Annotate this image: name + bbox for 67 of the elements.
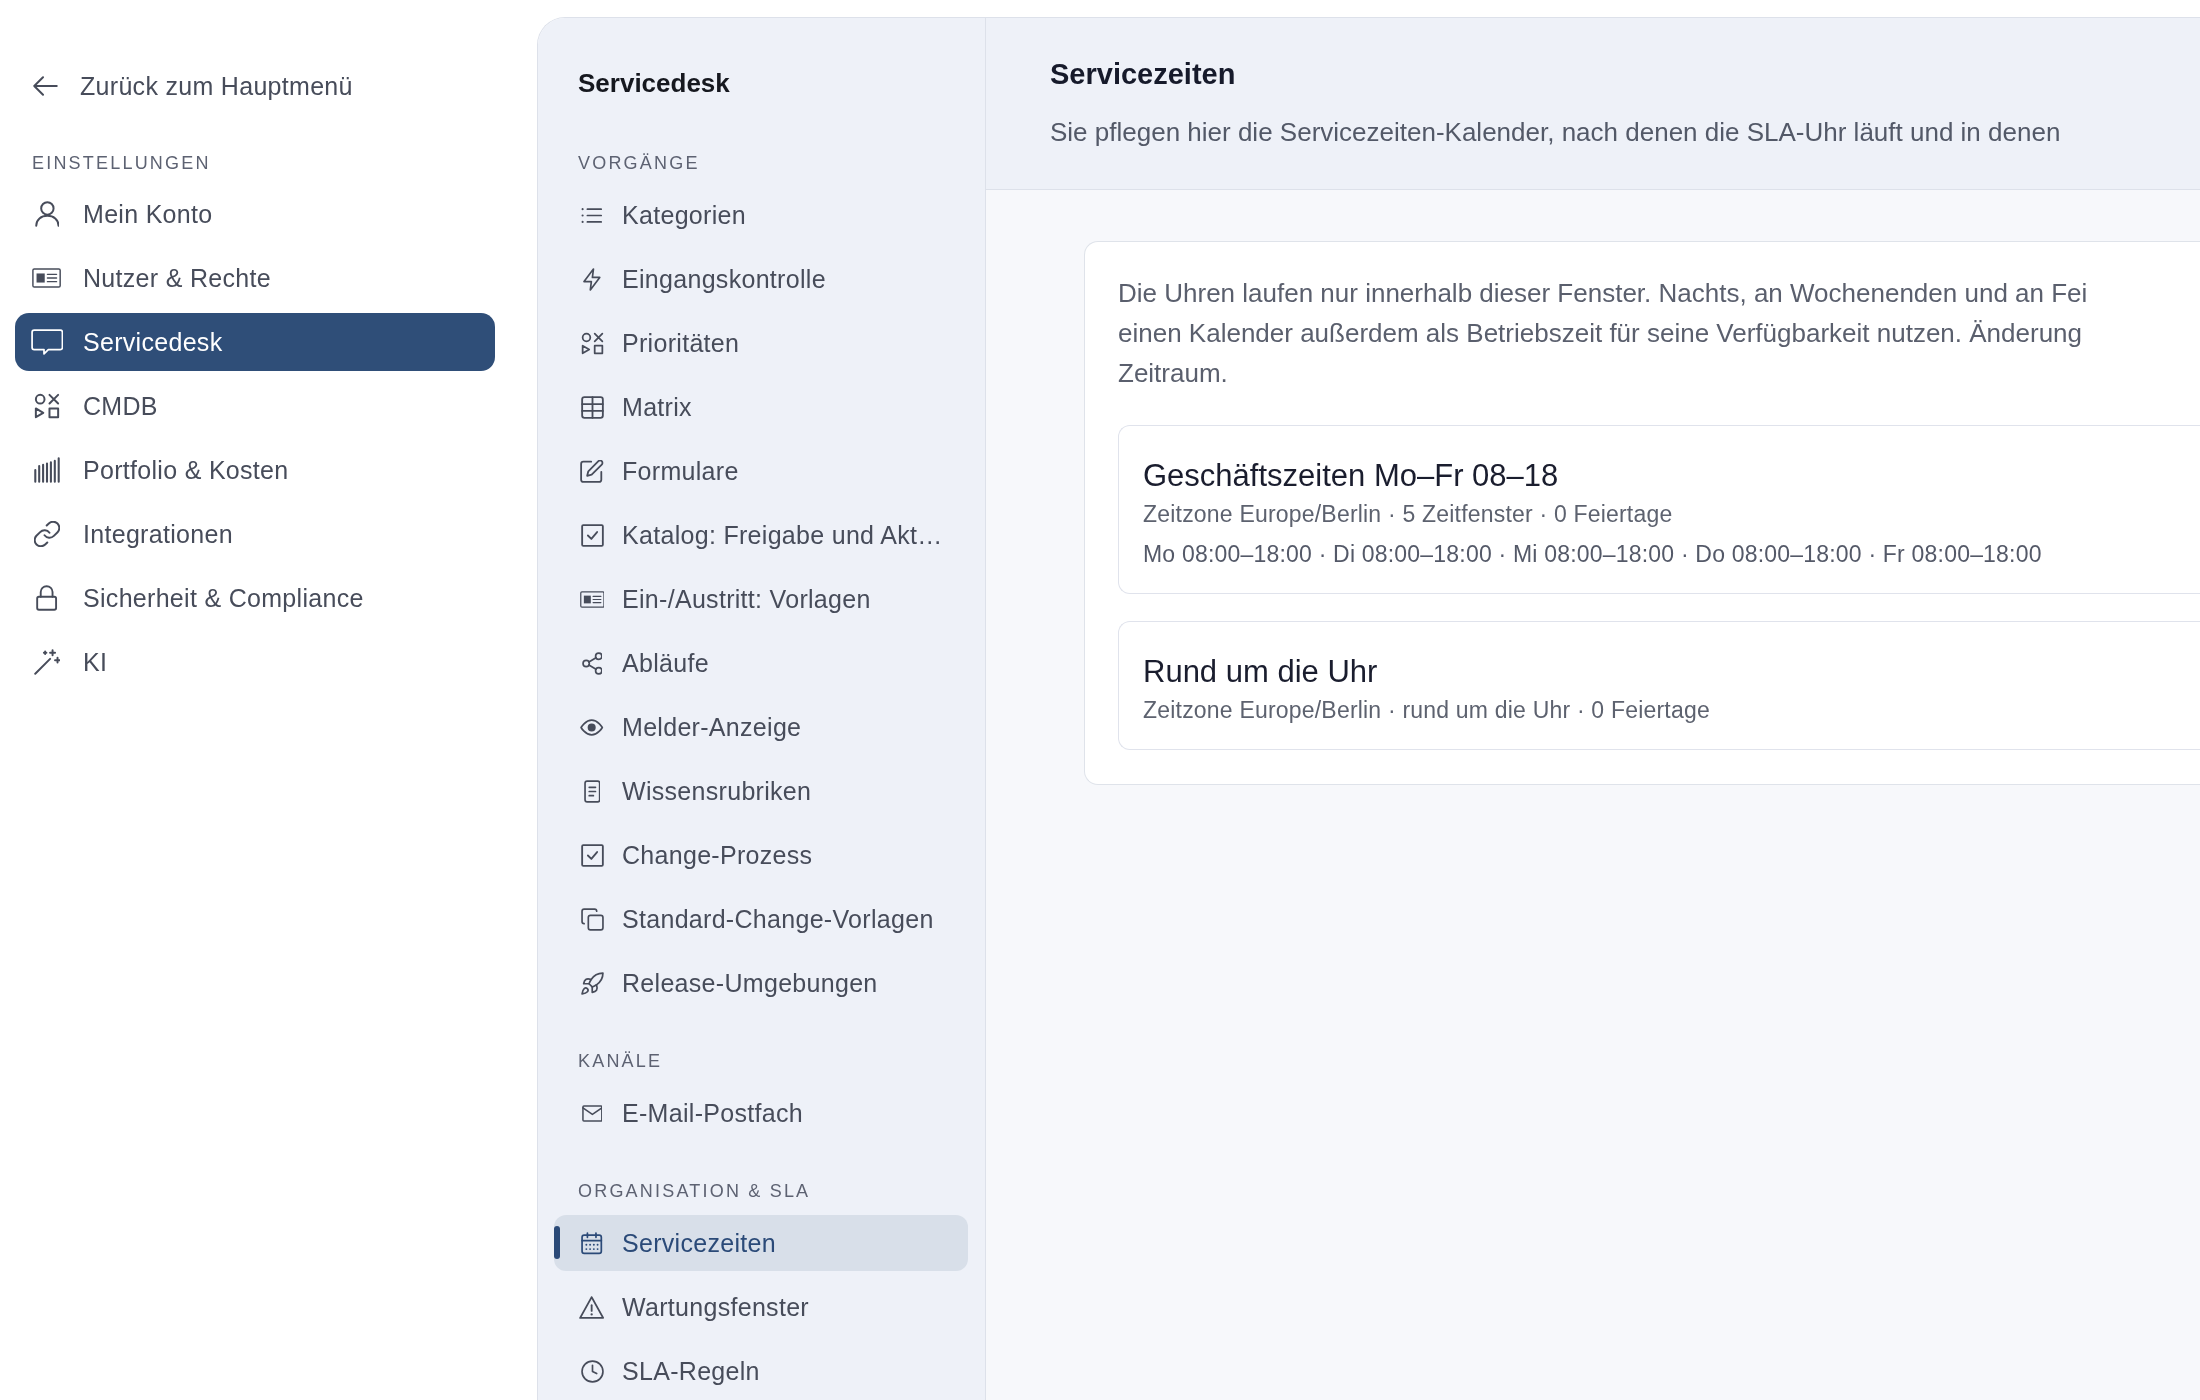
servicedesk-nav-item[interactable]: Katalog: Freigabe und Akt… <box>554 507 968 563</box>
servicedesk-nav-item[interactable]: Prioritäten <box>554 315 968 371</box>
bars-icon <box>34 457 60 483</box>
copy-icon <box>580 907 604 931</box>
servicedesk-nav-item[interactable]: Kategorien <box>554 187 968 243</box>
document-icon <box>583 779 601 803</box>
servicedesk-nav-item[interactable]: Abläufe <box>554 635 968 691</box>
settings-nav-item[interactable]: Sicherheit & Compliance <box>15 569 495 627</box>
calendar-name: Rund um die Uhr <box>1143 653 1378 691</box>
section-label: EINSTELLUNGEN <box>32 152 211 174</box>
calendar-schedule: Mo 08:00–18:00 · Di 08:00–18:00 · Mi 08:00–18:00 · Do 08:00–18:00 · Fr 08:00–18:00 <box>1143 540 2042 569</box>
calendar-meta: Zeitzone Europe/Berlin · rund um die Uhr · 0 Feiertage <box>1143 696 1710 725</box>
servicedesk-nav-item[interactable]: Standard-Change-Vorlagen <box>554 891 968 947</box>
magic-wand-icon <box>34 649 60 675</box>
edit-icon <box>580 459 604 483</box>
calendar-name: Geschäftszeiten Mo–Fr 08–18 <box>1143 457 1559 495</box>
page-title: Servicezeiten <box>1050 57 1237 91</box>
servicedesk-nav-item[interactable]: Wartungsfenster <box>554 1279 968 1335</box>
settings-nav-item[interactable]: KI <box>15 633 495 691</box>
servicedesk-nav-item[interactable]: Change-Prozess <box>554 827 968 883</box>
back-link[interactable]: Zurück zum Hauptmenü <box>15 64 371 108</box>
id-card-icon <box>579 590 605 608</box>
calendars-description: Die Uhren laufen nur innerhalb dieser Fenster. Nachts, an Wochenenden und an Fei einen Kalender außerdem als Betriebszeit für seine Verfügbarkeit nutzen. Änderung Zeitraum. <box>1118 277 2088 390</box>
calendar-meta: Zeitzone Europe/Berlin · 5 Zeitfenster · 0 Feiertage <box>1143 500 1673 529</box>
settings-nav-item[interactable]: Nutzer & Rechte <box>15 249 495 307</box>
shapes-icon <box>580 331 604 355</box>
servicedesk-nav-item[interactable]: E-Mail-Postfach <box>554 1085 968 1141</box>
servicedesk-nav-item[interactable]: Melder-Anzeige <box>554 699 968 755</box>
settings-nav-item[interactable]: Portfolio & Kosten <box>15 441 495 499</box>
servicedesk-nav-item[interactable]: SLA-Regeln <box>554 1343 968 1399</box>
servicedesk-nav-item[interactable]: Ein-/Austritt: Vorlagen <box>554 571 968 627</box>
chat-bubble-icon <box>30 329 64 355</box>
calendar-card[interactable]: Geschäftszeiten Mo–Fr 08–18 Zeitzone Europe/Berlin · 5 Zeitfenster · 0 Feiertage Mo 08:00–18:00 · Di 08:00–18:00 · Mi 08:00–18:00 · Do 08:00–18:00 · Fr 08:00–18:00 <box>1118 425 2200 594</box>
section-label: ORGANISATION & SLA <box>578 1180 811 1202</box>
servicedesk-nav-item[interactable]: Formulare <box>554 443 968 499</box>
section-label: KANÄLE <box>578 1050 663 1072</box>
servicedesk-nav-item[interactable]: Release-Umgebungen <box>554 955 968 1011</box>
arrow-left-icon <box>33 76 58 96</box>
eye-icon <box>580 718 604 736</box>
list-icon <box>581 206 603 224</box>
table-icon <box>580 395 604 419</box>
mail-icon <box>581 1104 603 1122</box>
lock-icon <box>36 585 58 611</box>
rocket-icon <box>580 971 604 995</box>
servicedesk-nav-item[interactable]: Eingangskontrolle <box>554 251 968 307</box>
lightning-icon <box>583 267 601 291</box>
servicedesk-nav-item[interactable]: Wissensrubriken <box>554 763 968 819</box>
nodes-icon <box>581 651 603 675</box>
clock-icon <box>580 1359 604 1383</box>
page-subtitle: Sie pflegen hier die Servicezeiten-Kalender, nach denen die SLA-Uhr läuft und in denen <box>1050 117 2061 147</box>
settings-nav-item[interactable]: Integrationen <box>15 505 495 563</box>
section-label: VORGÄNGE <box>578 152 700 174</box>
servicedesk-nav-item[interactable]: Matrix <box>554 379 968 435</box>
link-icon <box>34 521 60 547</box>
settings-nav-item[interactable]: Mein Konto <box>15 185 495 243</box>
sidebar-title: Servicedesk <box>578 67 730 99</box>
user-icon <box>34 201 60 227</box>
settings-nav-item[interactable]: Servicedesk <box>15 313 495 371</box>
check-square-icon <box>580 843 604 867</box>
check-square-icon <box>580 523 604 547</box>
calendar-card[interactable]: Rund um die Uhr Zeitzone Europe/Berlin · rund um die Uhr · 0 Feiertage <box>1118 621 2200 750</box>
warning-icon <box>579 1295 605 1319</box>
id-card-icon <box>32 268 62 288</box>
settings-nav-item[interactable]: CMDB <box>15 377 495 435</box>
shapes-icon <box>34 393 60 419</box>
servicedesk-nav-item[interactable]: Servicezeiten <box>554 1215 968 1271</box>
calendar-icon <box>581 1231 603 1255</box>
